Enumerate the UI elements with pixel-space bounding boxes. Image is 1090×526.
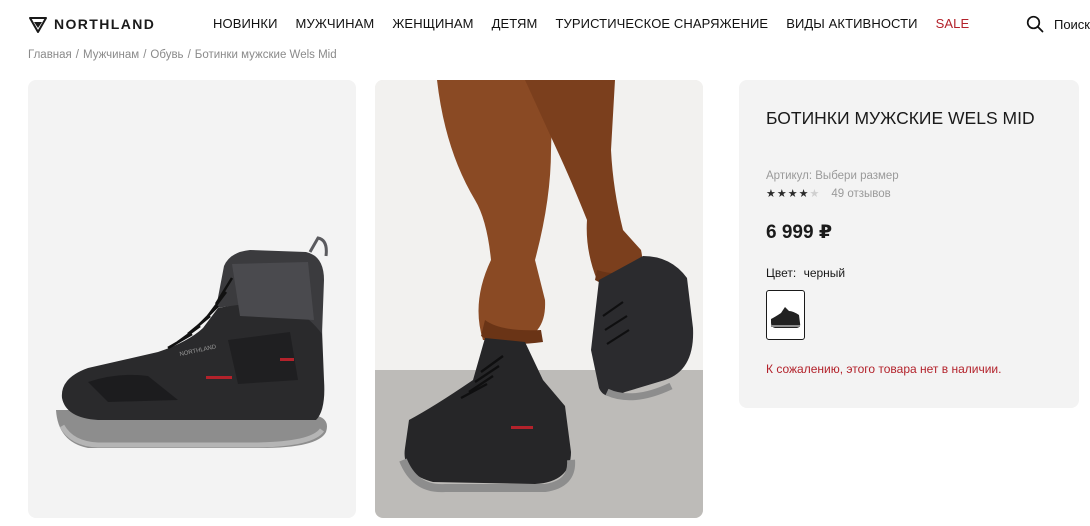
star-filled-icon: ★ <box>766 188 776 200</box>
main-nav: НОВИНКИ МУЖЧИНАМ ЖЕНЩИНАМ ДЕТЯМ ТУРИСТИЧ… <box>213 16 987 31</box>
breadcrumb-men[interactable]: Мужчинам <box>83 49 139 61</box>
rating-stars: ★ ★ ★ ★ ★ <box>766 188 819 200</box>
color-row: Цвет: черный <box>766 266 845 280</box>
nav-item-women[interactable]: ЖЕНЩИНАМ <box>392 16 473 31</box>
reviews-link[interactable]: 49 отзывов <box>831 188 890 200</box>
star-filled-icon: ★ <box>776 188 787 200</box>
search-icon <box>1026 15 1044 33</box>
breadcrumb-separator: / <box>143 49 147 61</box>
product-title: Ботинки мужские Wels Mid <box>766 108 1035 128</box>
breadcrumb-home[interactable]: Главная <box>28 49 72 61</box>
breadcrumb-current: Ботинки мужские Wels Mid <box>194 49 337 61</box>
nav-item-equipment[interactable]: ТУРИСТИЧЕСКОЕ СНАРЯЖЕНИЕ <box>555 16 768 31</box>
nav-item-men[interactable]: МУЖЧИНАМ <box>296 16 375 31</box>
header: NORTHLAND НОВИНКИ МУЖЧИНАМ ЖЕНЩИНАМ ДЕТЯ… <box>0 0 1090 48</box>
star-filled-icon: ★ <box>787 188 798 200</box>
boot-thumbnail <box>771 307 801 328</box>
logo-text: NORTHLAND <box>54 16 156 32</box>
search-button[interactable]: Поиск <box>1026 15 1090 33</box>
breadcrumb-separator: / <box>187 49 191 61</box>
nav-item-activities[interactable]: ВИДЫ АКТИВНОСТИ <box>786 16 917 31</box>
color-swatch-black[interactable] <box>766 290 805 340</box>
breadcrumb-shoes[interactable]: Обувь <box>150 49 183 61</box>
article-number: Артикул: Выбери размер <box>766 170 899 182</box>
price: 6 999 ₽ <box>766 222 833 243</box>
product-image-main[interactable]: NORTHLAND <box>28 80 356 518</box>
nav-item-sale[interactable]: SALE <box>936 16 970 31</box>
northland-logo-icon <box>29 17 47 33</box>
nav-item-kids[interactable]: ДЕТЯМ <box>492 16 538 31</box>
boot-image: NORTHLAND <box>56 236 328 448</box>
availability-message: К сожалению, этого товара нет в наличии. <box>766 362 1002 376</box>
logo[interactable]: NORTHLAND <box>28 14 155 34</box>
product-info-card: Ботинки мужские Wels Mid Артикул: Выбери… <box>739 80 1079 408</box>
nav-item-new[interactable]: НОВИНКИ <box>213 16 278 31</box>
color-value: черный <box>803 266 846 280</box>
lifestyle-image <box>375 80 703 518</box>
color-label: Цвет: <box>766 266 797 280</box>
star-empty-icon: ★ <box>809 188 820 200</box>
breadcrumb: Главная / Мужчинам / Обувь / Ботинки муж… <box>28 49 337 61</box>
rating: ★ ★ ★ ★ ★ 49 отзывов <box>766 188 891 200</box>
product-image-lifestyle[interactable] <box>375 80 703 518</box>
breadcrumb-separator: / <box>75 49 79 61</box>
star-filled-icon: ★ <box>798 188 809 200</box>
search-label: Поиск <box>1053 16 1090 32</box>
